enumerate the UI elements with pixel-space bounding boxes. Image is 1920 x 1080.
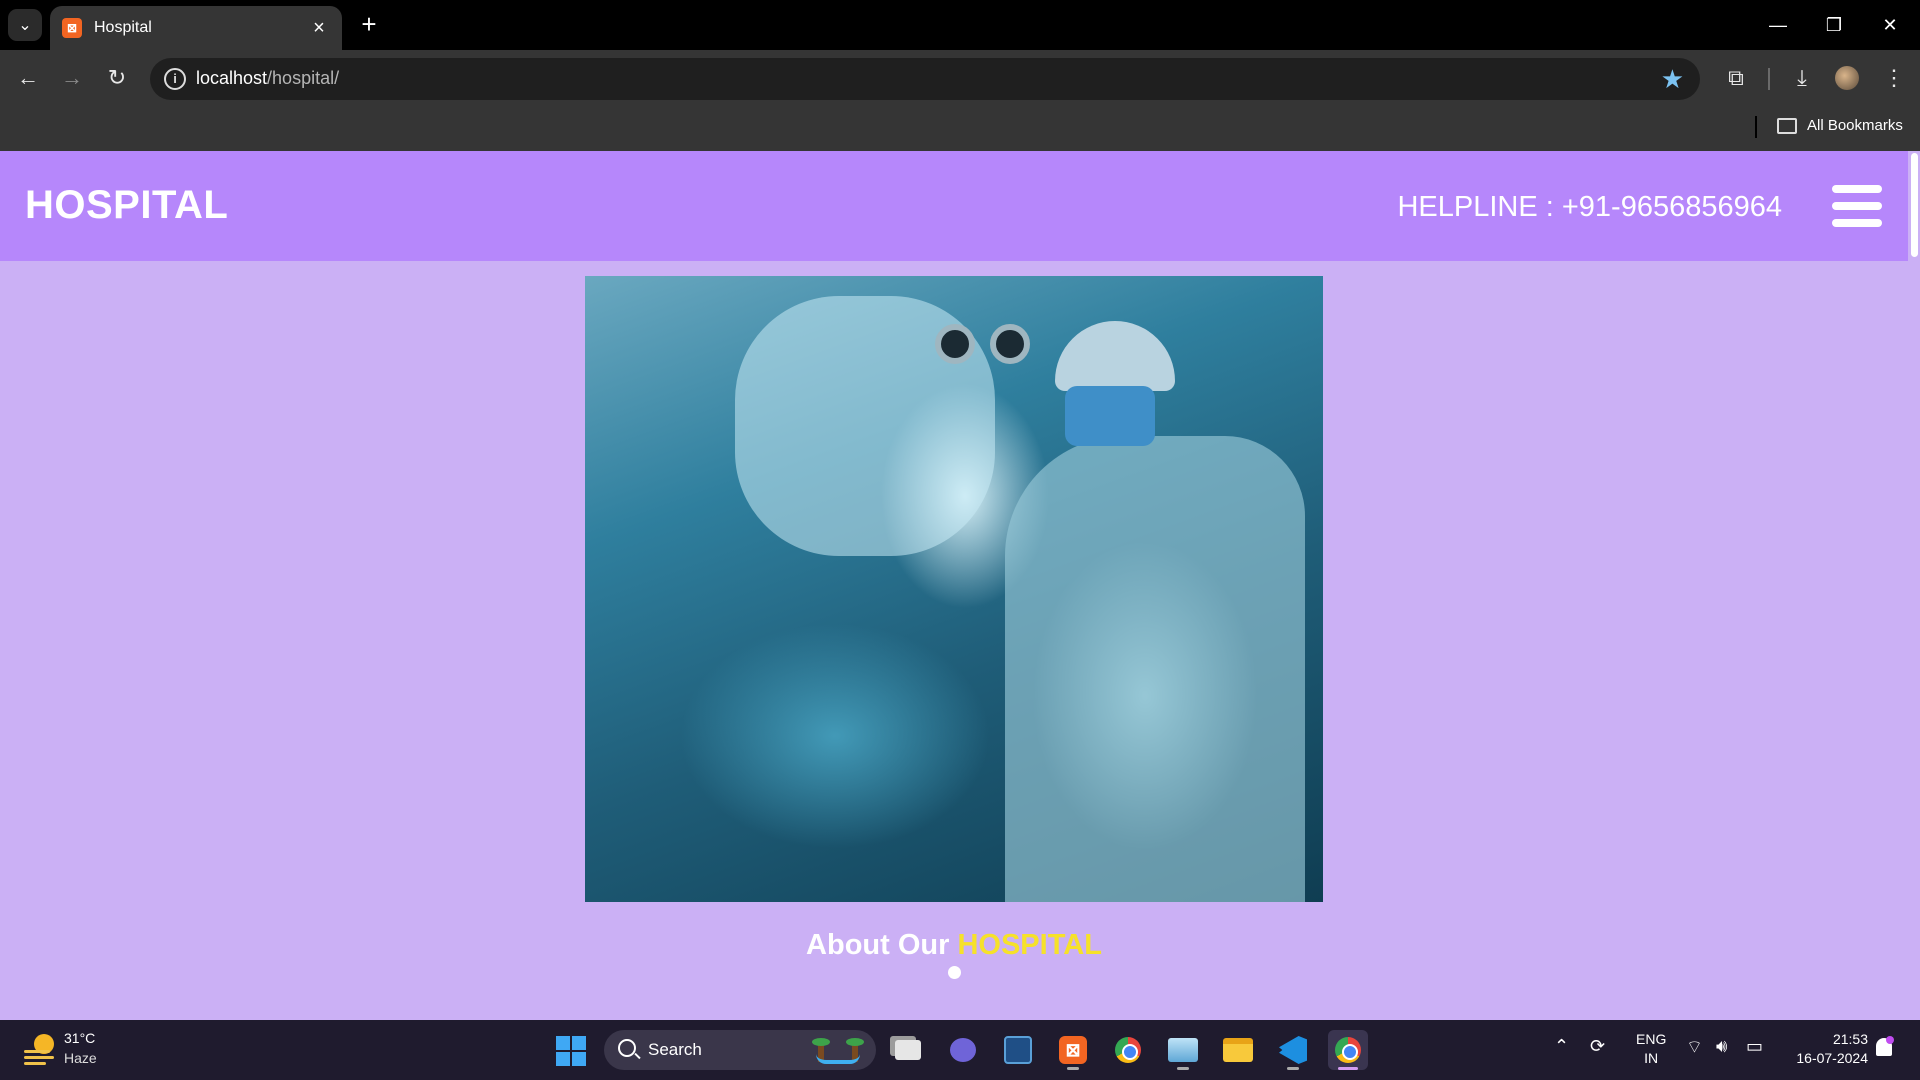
- volume-icon[interactable]: 🔊︎: [1716, 1036, 1727, 1057]
- sync-icon[interactable]: ⟳: [1590, 1036, 1605, 1057]
- xampp-icon[interactable]: ⊠: [1053, 1030, 1093, 1070]
- notification-bell-icon[interactable]: [1876, 1036, 1894, 1056]
- browser-toolbar: ← → ↻ i localhost/hospital/ ★ ⧉ ⤓ ⋮: [0, 50, 1920, 108]
- minimize-button[interactable]: —: [1758, 8, 1798, 42]
- reload-icon[interactable]: ↻: [101, 62, 133, 94]
- scrollbar[interactable]: [1908, 151, 1920, 1020]
- weather-haze-icon[interactable]: [24, 1034, 56, 1065]
- file-explorer-icon[interactable]: [1218, 1030, 1258, 1070]
- hamburger-menu-icon[interactable]: [1832, 185, 1882, 227]
- chrome-active-icon[interactable]: [1328, 1030, 1368, 1070]
- mysql-workbench-icon[interactable]: [998, 1030, 1038, 1070]
- download-icon[interactable]: ⤓: [1786, 62, 1818, 94]
- bookmarks-bar: All Bookmarks: [0, 108, 1920, 151]
- address-bar[interactable]: i localhost/hospital/ ★: [150, 58, 1700, 100]
- taskbar-search[interactable]: Search: [604, 1030, 876, 1070]
- chevron-up-icon[interactable]: ⌃: [1554, 1036, 1569, 1057]
- language-indicator[interactable]: ENG IN: [1636, 1030, 1666, 1068]
- about-heading-accent: HOSPITAL: [957, 929, 1102, 961]
- about-heading: About Our HOSPITAL: [806, 929, 1102, 961]
- clock[interactable]: 21:53 16-07-2024: [1784, 1030, 1868, 1068]
- taskbar: 31°C Haze Search ⊠ ⌃ ⟳ ENG IN ⌔ 🔊︎ ▭ 21:…: [0, 1020, 1920, 1080]
- task-view-icon[interactable]: [888, 1030, 928, 1070]
- forward-icon[interactable]: →: [56, 62, 88, 94]
- carousel-dot[interactable]: [948, 966, 961, 979]
- search-icon: [618, 1039, 636, 1057]
- photos-icon[interactable]: [1163, 1030, 1203, 1070]
- url-text[interactable]: localhost/hospital/: [196, 68, 339, 89]
- restore-button[interactable]: ❐: [1814, 8, 1854, 42]
- active-indicator: [1338, 1067, 1358, 1070]
- hero-image: [585, 276, 1323, 902]
- profile-avatar[interactable]: [1835, 66, 1859, 90]
- close-icon[interactable]: ×: [308, 17, 330, 40]
- extensions-icon[interactable]: ⧉: [1720, 62, 1752, 94]
- back-icon[interactable]: ←: [12, 62, 44, 94]
- surgeon-cap: [1055, 321, 1175, 391]
- weather-temperature[interactable]: 31°C: [64, 1030, 95, 1046]
- surgeon-gown: [1005, 436, 1305, 902]
- new-tab-button[interactable]: +: [354, 10, 384, 40]
- chevron-down-icon: ⌄: [18, 17, 32, 34]
- site-info-icon[interactable]: i: [164, 68, 186, 90]
- xampp-icon: ⊠: [62, 18, 82, 38]
- folder-icon: [1777, 118, 1797, 134]
- tab-title: Hospital: [94, 19, 152, 36]
- scrollbar-thumb[interactable]: [1911, 153, 1918, 257]
- wifi-icon[interactable]: ⌔: [1686, 1036, 1703, 1059]
- browser-tab[interactable]: ⊠ Hospital ×: [50, 6, 342, 50]
- tab-search-button[interactable]: ⌄: [8, 9, 42, 41]
- search-placeholder: Search: [648, 1040, 702, 1059]
- chrome-icon[interactable]: [1108, 1030, 1148, 1070]
- menu-kebab-icon[interactable]: ⋮: [1878, 62, 1910, 94]
- battery-icon[interactable]: ▭: [1746, 1036, 1763, 1057]
- microscope-lens: [990, 324, 1030, 364]
- bookmark-star-icon[interactable]: ★: [1661, 64, 1684, 95]
- surgeon-mask: [1065, 386, 1155, 446]
- web-page: HOSPITAL HELPLINE : +91-9656856964 About…: [0, 151, 1920, 1020]
- weather-condition[interactable]: Haze: [64, 1050, 97, 1066]
- toolbar-divider: [1768, 68, 1770, 90]
- beach-palm-icon: [808, 1036, 868, 1064]
- running-indicator: [1067, 1067, 1079, 1070]
- windows-start-icon[interactable]: [556, 1036, 586, 1066]
- microscope-lens: [935, 324, 975, 364]
- running-indicator: [1287, 1067, 1299, 1070]
- site-logo[interactable]: HOSPITAL: [25, 183, 228, 228]
- teams-icon[interactable]: [943, 1030, 983, 1070]
- close-window-button[interactable]: ✕: [1870, 8, 1910, 42]
- bookmarks-divider: [1755, 116, 1757, 138]
- site-header: HOSPITAL HELPLINE : +91-9656856964: [0, 151, 1908, 261]
- tab-bar: ⌄ ⊠ Hospital × + — ❐ ✕: [0, 0, 1920, 50]
- running-indicator: [1177, 1067, 1189, 1070]
- all-bookmarks-link[interactable]: All Bookmarks: [1807, 117, 1903, 134]
- helpline-text: HELPLINE : +91-9656856964: [1397, 191, 1782, 223]
- vscode-icon[interactable]: [1273, 1030, 1313, 1070]
